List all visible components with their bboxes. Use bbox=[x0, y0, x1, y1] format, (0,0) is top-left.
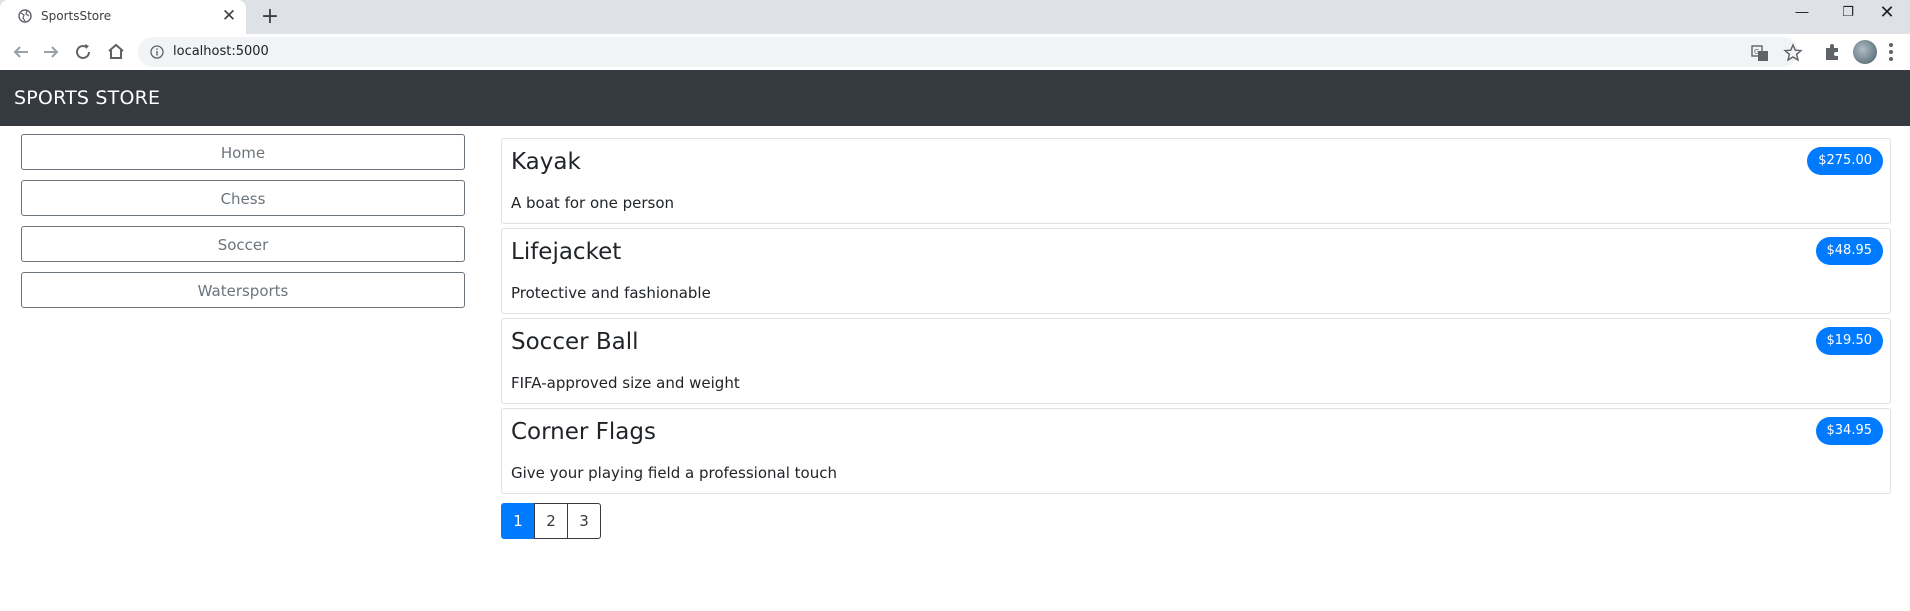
brand-title: SPORTS STORE bbox=[14, 87, 161, 109]
product-name: Kayak bbox=[511, 149, 581, 175]
product-card: Soccer Ball $19.50 FIFA-approved size an… bbox=[501, 318, 1891, 404]
category-button-soccer[interactable]: Soccer bbox=[21, 226, 465, 262]
bookmark-star-icon[interactable] bbox=[1783, 43, 1803, 63]
home-icon[interactable] bbox=[104, 40, 128, 64]
browser-tab[interactable]: SportsStore ✕ bbox=[0, 0, 246, 34]
browser-tabstrip: SportsStore ✕ + ― ❐ ✕ bbox=[0, 0, 1910, 34]
category-button-home[interactable]: Home bbox=[21, 134, 465, 170]
reload-icon[interactable] bbox=[71, 40, 95, 64]
globe-icon bbox=[18, 9, 32, 23]
product-card: Kayak $275.00 A boat for one person bbox=[501, 138, 1891, 224]
extensions-puzzle-icon[interactable] bbox=[1822, 42, 1842, 62]
product-name: Corner Flags bbox=[511, 419, 656, 445]
window-close-icon[interactable]: ✕ bbox=[1864, 0, 1910, 28]
close-tab-icon[interactable]: ✕ bbox=[219, 6, 239, 26]
address-bar[interactable]: localhost:5000 G bbox=[138, 37, 1803, 67]
page-button-1[interactable]: 1 bbox=[501, 503, 535, 539]
new-tab-button[interactable]: + bbox=[257, 4, 283, 30]
product-card: Corner Flags $34.95 Give your playing fi… bbox=[501, 408, 1891, 494]
minimize-icon[interactable]: ― bbox=[1779, 0, 1825, 28]
product-card: Lifejacket $48.95 Protective and fashion… bbox=[501, 228, 1891, 314]
url-text: localhost:5000 bbox=[173, 44, 269, 59]
page-button-2[interactable]: 2 bbox=[534, 503, 568, 539]
product-name: Lifejacket bbox=[511, 239, 622, 265]
page-button-3[interactable]: 3 bbox=[567, 503, 601, 539]
price-badge: $48.95 bbox=[1815, 237, 1883, 265]
browser-toolbar: localhost:5000 G bbox=[0, 34, 1910, 71]
profile-avatar[interactable] bbox=[1853, 40, 1877, 64]
translate-icon[interactable]: G bbox=[1750, 43, 1770, 63]
info-icon[interactable] bbox=[150, 45, 164, 59]
category-button-watersports[interactable]: Watersports bbox=[21, 272, 465, 308]
price-badge: $19.50 bbox=[1815, 327, 1883, 355]
category-button-chess[interactable]: Chess bbox=[21, 180, 465, 216]
pagination: 1 2 3 bbox=[501, 503, 601, 539]
product-description: A boat for one person bbox=[511, 194, 675, 212]
svg-text:G: G bbox=[1754, 48, 1759, 56]
product-name: Soccer Ball bbox=[511, 329, 639, 355]
product-description: Protective and fashionable bbox=[511, 284, 711, 302]
back-arrow-icon[interactable] bbox=[9, 40, 33, 64]
price-badge: $34.95 bbox=[1815, 417, 1883, 445]
product-description: Give your playing field a professional t… bbox=[511, 464, 837, 482]
kebab-menu-icon[interactable] bbox=[1888, 42, 1894, 62]
product-description: FIFA-approved size and weight bbox=[511, 374, 740, 392]
tab-title: SportsStore bbox=[41, 9, 112, 23]
price-badge: $275.00 bbox=[1807, 147, 1883, 175]
forward-arrow-icon[interactable] bbox=[39, 40, 63, 64]
app-navbar: SPORTS STORE bbox=[0, 70, 1910, 126]
